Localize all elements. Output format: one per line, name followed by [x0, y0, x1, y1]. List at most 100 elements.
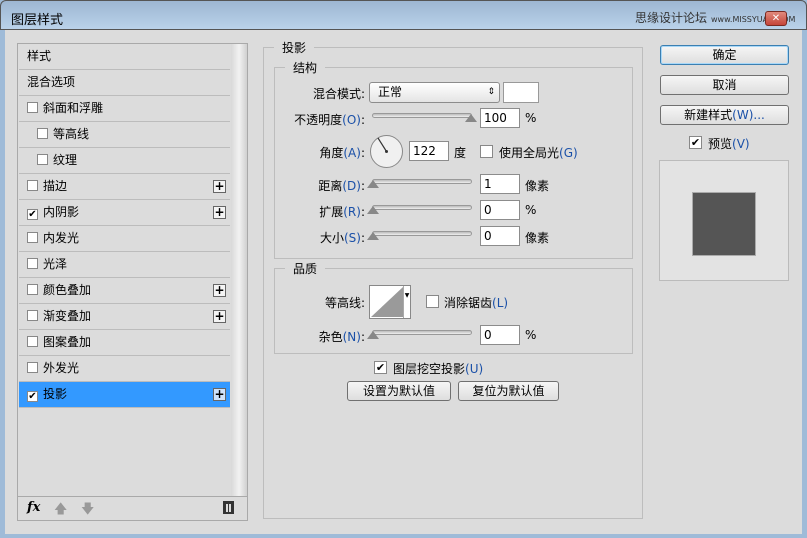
dropdown-arrow-icon: ▼: [403, 286, 410, 318]
checkbox[interactable]: [27, 284, 38, 295]
checkbox[interactable]: ✔: [27, 391, 38, 402]
distance-label: 距离(D):: [318, 177, 365, 194]
shortcut: (W)...: [732, 108, 765, 122]
cancel-button[interactable]: 取消: [660, 75, 789, 95]
checkbox[interactable]: [27, 102, 38, 113]
contour-label: 等高线:: [325, 294, 365, 311]
fx-icon[interactable]: fx: [27, 500, 40, 515]
opacity-label: 不透明度(O):: [294, 111, 365, 128]
label-text: 角度: [319, 146, 344, 160]
updown-arrows-icon: ⇕: [487, 87, 495, 97]
watermark-text: 思缘设计论坛: [635, 11, 708, 25]
add-icon[interactable]: +: [213, 310, 226, 323]
close-button[interactable]: ✕: [765, 11, 787, 26]
style-list-item[interactable]: ✔ 内阴影 +: [19, 200, 230, 226]
shadow-color-swatch[interactable]: [503, 82, 539, 103]
global-light-checkbox[interactable]: [480, 145, 493, 158]
label-text: 扩展: [319, 205, 344, 219]
move-up-icon[interactable]: 🡅: [54, 500, 67, 522]
label-colon: :: [360, 87, 365, 101]
style-list-item-label: 渐变叠加: [43, 309, 92, 323]
label-text: 不透明度: [294, 113, 343, 127]
blend-mode-value: 正常: [378, 85, 403, 99]
size-slider-thumb[interactable]: [367, 232, 379, 240]
checkbox[interactable]: [27, 232, 38, 243]
add-icon[interactable]: +: [213, 284, 226, 297]
style-list-item[interactable]: 外发光: [19, 356, 230, 382]
style-list-item[interactable]: 内发光: [19, 226, 230, 252]
style-list-panel: 样式混合选项斜面和浮雕等高线 纹理 描边 + ✔ 内阴影 + 内发光光泽颜色叠加 + 渐变叠加 + 图…: [17, 43, 248, 521]
label-colon: :: [360, 205, 365, 219]
distance-slider[interactable]: [372, 179, 472, 184]
checkbox[interactable]: [27, 362, 38, 373]
style-list-item[interactable]: 斜面和浮雕: [19, 96, 230, 122]
noise-slider-thumb[interactable]: [367, 331, 379, 339]
add-icon[interactable]: +: [213, 388, 226, 401]
style-list-item[interactable]: 光泽: [19, 252, 230, 278]
add-icon[interactable]: +: [213, 180, 226, 193]
knockout-checkbox[interactable]: ✔: [374, 361, 387, 374]
opacity-slider[interactable]: [372, 113, 472, 118]
label-text: 大小: [319, 231, 344, 245]
checkbox[interactable]: [37, 154, 48, 165]
checkbox[interactable]: [27, 310, 38, 321]
contour-picker[interactable]: ▼: [369, 285, 411, 319]
new-style-button[interactable]: 新建样式(W)...: [660, 105, 789, 125]
add-icon[interactable]: +: [213, 206, 226, 219]
size-slider[interactable]: [372, 231, 472, 236]
size-input[interactable]: 0: [480, 226, 520, 246]
angle-unit: 度: [454, 146, 467, 160]
trash-icon[interactable]: [223, 501, 234, 514]
style-list-item-label: 光泽: [43, 257, 68, 271]
checkbox[interactable]: [27, 258, 38, 269]
structure-title: 结构: [285, 59, 326, 76]
style-list-item[interactable]: 等高线: [19, 122, 230, 148]
size-label: 大小(S):: [320, 229, 365, 246]
size-unit: 像素: [525, 231, 550, 245]
ok-button[interactable]: 确定: [660, 45, 789, 65]
blend-mode-select[interactable]: 正常 ⇕: [369, 82, 500, 103]
opacity-input[interactable]: 100: [480, 108, 520, 128]
preview-checkbox[interactable]: ✔: [689, 136, 702, 149]
style-list-item[interactable]: 纹理: [19, 148, 230, 174]
style-list-item[interactable]: 描边 +: [19, 174, 230, 200]
style-list-item[interactable]: 样式: [19, 44, 230, 70]
style-list-item-label: 内阴影: [43, 205, 80, 219]
reset-default-button[interactable]: 复位为默认值: [458, 381, 559, 401]
distance-input[interactable]: 1: [480, 174, 520, 194]
preview-swatch: [692, 192, 756, 256]
style-list-item-label: 斜面和浮雕: [43, 101, 104, 115]
angle-dial[interactable]: [369, 134, 404, 169]
checkbox[interactable]: [27, 180, 38, 191]
distance-unit: 像素: [525, 179, 550, 193]
style-list-item-label: 混合选项: [27, 75, 76, 89]
anti-alias-checkbox[interactable]: [426, 295, 439, 308]
opacity-slider-thumb[interactable]: [465, 114, 477, 122]
label-text: 图层挖空投影: [393, 362, 466, 376]
spread-slider[interactable]: [372, 205, 472, 210]
style-list-item[interactable]: 混合选项: [19, 70, 230, 96]
angle-input[interactable]: 122: [409, 141, 449, 161]
style-list-item[interactable]: 图案叠加: [19, 330, 230, 356]
make-default-button[interactable]: 设置为默认值: [347, 381, 451, 401]
spread-slider-thumb[interactable]: [367, 206, 379, 214]
style-list-item[interactable]: ✔ 投影 +: [19, 382, 230, 408]
label-text: 消除锯齿: [444, 296, 493, 310]
noise-input[interactable]: 0: [480, 325, 520, 345]
label-text: 使用全局光: [499, 146, 560, 160]
list-toolbar: fx 🡅 🡇: [18, 496, 247, 520]
style-list-item-label: 外发光: [43, 361, 80, 375]
distance-slider-thumb[interactable]: [367, 180, 379, 188]
checkbox[interactable]: [37, 128, 48, 139]
checkbox[interactable]: ✔: [27, 209, 38, 220]
checkbox[interactable]: [27, 336, 38, 347]
move-down-icon[interactable]: 🡇: [81, 500, 94, 522]
spread-input[interactable]: 0: [480, 200, 520, 220]
style-list-item[interactable]: 渐变叠加 +: [19, 304, 230, 330]
noise-slider[interactable]: [372, 330, 472, 335]
scrollbar[interactable]: [231, 44, 247, 496]
angle-label: 角度(A):: [319, 144, 365, 161]
shortcut: (U): [465, 362, 484, 376]
opacity-unit: %: [525, 111, 537, 125]
style-list-item[interactable]: 颜色叠加 +: [19, 278, 230, 304]
